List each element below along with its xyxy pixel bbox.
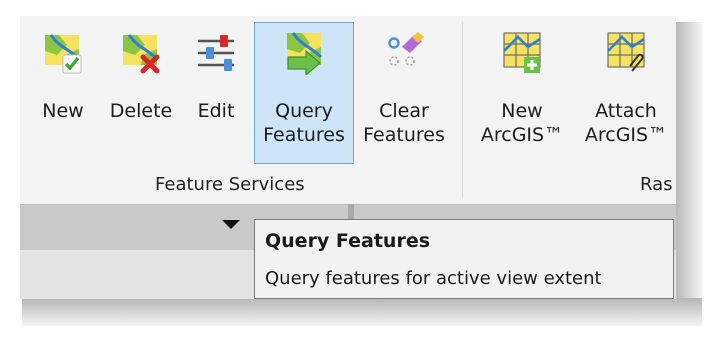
dropdown-arrow-icon[interactable]	[222, 220, 240, 229]
edit-button-label: Edit	[197, 100, 235, 122]
app-window: New Delete Edit Query Features Clear Fea…	[20, 16, 676, 299]
query-features-button[interactable]: Query Features	[254, 22, 354, 164]
delete-button-label: Delete	[109, 100, 173, 122]
window-shadow-bottom	[22, 298, 702, 326]
tooltip-description: Query features for active view extent	[265, 268, 602, 289]
new-arcgis-button-label: New ArcGIS™	[480, 100, 564, 146]
feature-services-group-label: Feature Services	[155, 174, 305, 195]
tooltip-title: Query Features	[265, 230, 431, 252]
ribbon-group-separator	[462, 22, 463, 198]
raster-attach-icon	[607, 32, 645, 72]
clear-features-icon	[388, 32, 424, 66]
map-new-icon	[45, 34, 82, 74]
map-query-arrow-icon	[287, 32, 323, 75]
window-shadow-right	[676, 22, 702, 314]
map-delete-icon	[123, 34, 160, 74]
new-button-label: New	[42, 100, 84, 122]
ribbon: New Delete Edit Query Features Clear Fea…	[20, 16, 676, 204]
query-features-tooltip: Query Features Query features for active…	[254, 219, 674, 299]
new-arcgis-button[interactable]: New ArcGIS™	[472, 22, 572, 164]
clear-features-button[interactable]: Clear Features	[358, 22, 450, 164]
raster-group-label: Ras	[640, 174, 673, 195]
raster-new-icon	[503, 32, 541, 73]
clear-features-button-label: Clear Features	[363, 100, 445, 146]
delete-feature-service-button[interactable]: Delete	[104, 22, 178, 164]
attach-arcgis-button[interactable]: Attach ArcGIS™	[576, 22, 676, 164]
attach-arcgis-button-label: Attach ArcGIS™	[584, 100, 668, 146]
edit-feature-service-button[interactable]: Edit	[180, 22, 252, 164]
query-features-button-label: Query Features	[263, 100, 345, 146]
new-feature-service-button[interactable]: New	[26, 22, 100, 164]
sliders-edit-icon	[198, 35, 234, 71]
